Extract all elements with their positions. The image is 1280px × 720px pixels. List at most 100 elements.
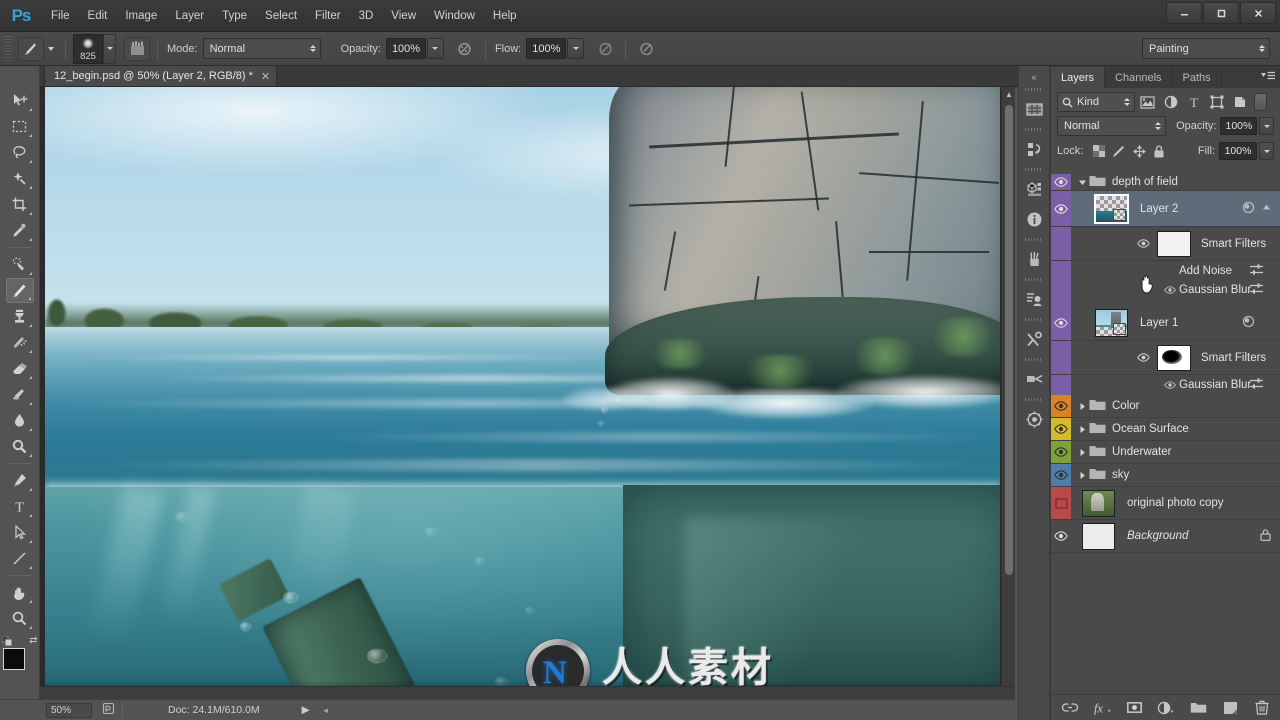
tool-brush[interactable] <box>5 278 34 303</box>
paint-mixer-panel-icon[interactable] <box>1019 364 1049 394</box>
layer-row-group-color[interactable]: Color <box>1051 395 1280 418</box>
group-disclosure-triangle-icon[interactable] <box>1075 178 1089 187</box>
swap-colors-icon[interactable]: ⇄ <box>29 635 37 646</box>
pixel-filter-icon[interactable] <box>1137 92 1158 112</box>
layer-visibility-toggle[interactable] <box>1051 203 1071 214</box>
smart-filters-row-layer-1[interactable]: Smart Filters <box>1051 341 1280 375</box>
filter-row-gaussian-blur-1[interactable]: Gaussian Blur <box>1051 280 1280 299</box>
add-layer-mask-icon[interactable] <box>1125 698 1144 717</box>
layer-row-background[interactable]: Background <box>1051 520 1280 553</box>
layer-mask-thumbnail[interactable] <box>1113 322 1126 335</box>
actions-panel-icon[interactable] <box>1019 284 1049 314</box>
close-button[interactable] <box>1240 2 1276 24</box>
layer-visibility-toggle[interactable] <box>1051 447 1071 457</box>
layer-fill-dropdown[interactable] <box>1259 142 1274 160</box>
brush-tool-preset-icon[interactable] <box>18 36 44 61</box>
collapse-panels-icon[interactable]: « <box>1019 70 1049 84</box>
group-disclosure-triangle-icon[interactable] <box>1075 448 1089 457</box>
minimize-button[interactable] <box>1166 2 1202 24</box>
dock-grip[interactable] <box>1025 86 1043 93</box>
opacity-dropdown[interactable] <box>426 38 444 59</box>
document-preview-icon[interactable] <box>102 702 115 718</box>
tool-history-brush[interactable] <box>6 330 34 355</box>
maximize-button[interactable] <box>1203 2 1239 24</box>
layer-row-group-ocean-surface[interactable]: Ocean Surface <box>1051 418 1280 441</box>
tool-rectangular-marquee[interactable] <box>6 114 34 139</box>
menu-item-help[interactable]: Help <box>484 5 526 27</box>
tool-path-selection[interactable] <box>6 520 34 545</box>
workspace-switcher[interactable]: Painting <box>1142 38 1270 59</box>
layer-row-group-depth-of-field[interactable]: depth of field <box>1051 174 1280 191</box>
dock-grip[interactable] <box>1025 316 1043 323</box>
menu-item-window[interactable]: Window <box>425 5 484 27</box>
tool-move[interactable] <box>6 88 34 113</box>
tab-paths[interactable]: Paths <box>1173 67 1222 88</box>
canvas-area[interactable]: N 人人素材 www.rr-sc.com ▲ ▼ <box>40 87 1015 699</box>
brush-preset-dropdown[interactable] <box>44 37 58 61</box>
layer-visibility-toggle[interactable] <box>1051 424 1071 434</box>
dock-grip[interactable] <box>1025 126 1043 133</box>
lock-transparent-pixels-icon[interactable] <box>1089 143 1109 160</box>
menu-item-select[interactable]: Select <box>256 5 306 27</box>
color-swatches-panel-icon[interactable] <box>1019 94 1049 124</box>
layer-scroll-up-arrow-icon[interactable] <box>1262 203 1271 215</box>
dock-grip[interactable] <box>1025 236 1043 243</box>
tool-crop[interactable] <box>6 192 34 217</box>
tool-hand[interactable] <box>6 580 34 605</box>
navigator-panel-icon[interactable] <box>1019 404 1049 434</box>
group-disclosure-triangle-icon[interactable] <box>1075 471 1089 480</box>
delete-layer-icon[interactable] <box>1253 698 1272 717</box>
adjustment-filter-icon[interactable] <box>1160 92 1181 112</box>
default-colors-icon[interactable] <box>1 635 12 646</box>
layer-mask-thumbnail[interactable] <box>1113 208 1126 221</box>
layer-row-layer-1[interactable]: Layer 1 <box>1051 305 1280 341</box>
3d-panel-icon[interactable] <box>1019 174 1049 204</box>
type-filter-icon[interactable]: T <box>1183 92 1204 112</box>
document-tab[interactable]: 12_begin.psd @ 50% (Layer 2, RGB/8) * ✕ <box>44 65 278 86</box>
menu-item-layer[interactable]: Layer <box>166 5 213 27</box>
vertical-scroll-thumb[interactable] <box>1005 105 1013 575</box>
layer-row-original-photo-copy[interactable]: original photo copy <box>1051 487 1280 520</box>
filter-visibility-toggle[interactable] <box>1161 381 1179 389</box>
brush-presets-panel-icon[interactable] <box>1019 244 1049 274</box>
tool-pen[interactable] <box>6 468 34 493</box>
menu-item-edit[interactable]: Edit <box>79 5 117 27</box>
canvas-vertical-scrollbar[interactable]: ▲ ▼ <box>1001 87 1015 699</box>
layer-blend-mode-dropdown[interactable]: Normal <box>1057 116 1167 136</box>
artboard-image[interactable]: N 人人素材 www.rr-sc.com <box>45 87 1000 699</box>
flow-dropdown[interactable] <box>567 38 585 59</box>
layer-visibility-toggle[interactable] <box>1051 401 1071 411</box>
history-panel-icon[interactable] <box>1019 134 1049 164</box>
tab-layers[interactable]: Layers <box>1051 67 1106 88</box>
menu-item-3d[interactable]: 3D <box>350 5 383 27</box>
tool-blur[interactable] <box>6 408 34 433</box>
dock-grip[interactable] <box>1025 276 1043 283</box>
foreground-color-swatch[interactable] <box>2 648 25 670</box>
info-panel-icon[interactable] <box>1019 204 1049 234</box>
filter-row-gaussian-blur-2[interactable]: Gaussian Blur <box>1051 375 1280 395</box>
smart-filters-row-layer-2[interactable]: Smart Filters <box>1051 227 1280 261</box>
menu-item-view[interactable]: View <box>382 5 425 27</box>
tool-type[interactable]: T <box>6 494 34 519</box>
tool-quick-selection[interactable] <box>6 166 34 191</box>
smart-object-filter-icon[interactable] <box>1229 92 1250 112</box>
brush-size-preview[interactable]: 825 <box>73 33 103 64</box>
airbrush-icon[interactable] <box>592 37 618 61</box>
dock-grip[interactable] <box>1025 396 1043 403</box>
scroll-up-arrow-icon[interactable]: ▲ <box>1002 87 1015 101</box>
filter-settings-icon[interactable] <box>1250 263 1263 278</box>
lock-position-icon[interactable] <box>1129 143 1149 160</box>
layer-list[interactable]: depth of field Layer 2 Smart Filters Add… <box>1051 174 1280 720</box>
layer-fill-input[interactable]: 100% <box>1219 142 1257 160</box>
layer-thumbnail[interactable] <box>1082 522 1115 550</box>
shape-filter-icon[interactable] <box>1206 92 1227 112</box>
brush-size-dropdown[interactable] <box>103 33 116 64</box>
layer-visibility-toggle[interactable] <box>1051 497 1071 509</box>
smart-filter-visibility-toggle[interactable] <box>1133 353 1153 362</box>
tool-eyedropper[interactable] <box>6 218 34 243</box>
menu-item-filter[interactable]: Filter <box>306 5 350 27</box>
canvas-horizontal-scrollbar[interactable] <box>40 686 1015 699</box>
new-layer-icon[interactable] <box>1221 698 1240 717</box>
tool-zoom[interactable] <box>6 606 34 631</box>
layer-row-group-underwater[interactable]: Underwater <box>1051 441 1280 464</box>
